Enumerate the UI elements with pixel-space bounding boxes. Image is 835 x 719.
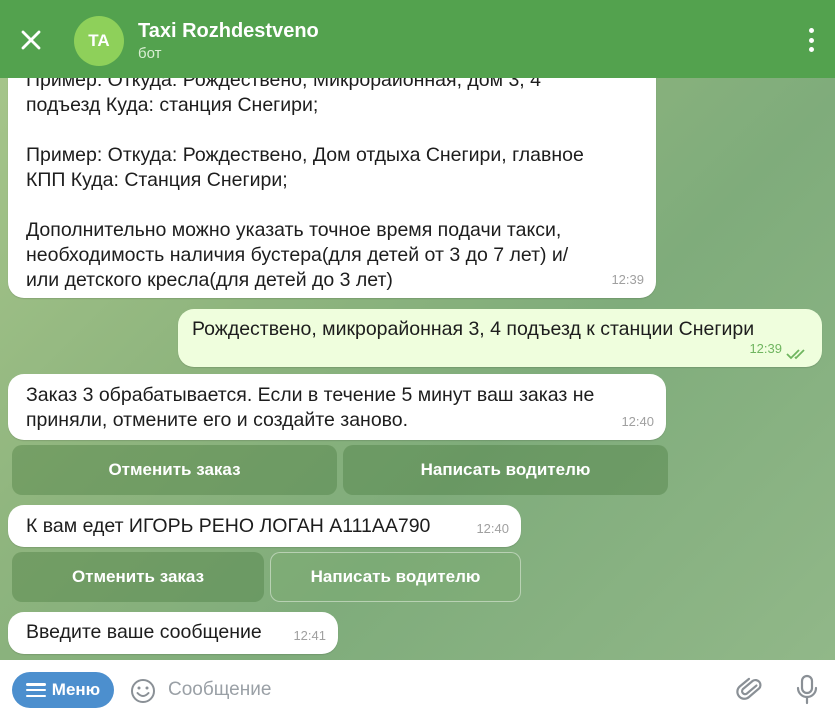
message-bubble-incoming: Введите ваше сообщение 12:41 — [8, 612, 338, 654]
chat-title[interactable]: Taxi Rozhdestveno — [138, 20, 319, 43]
message-time: 12:40 — [476, 521, 509, 536]
message-time: 12:41 — [293, 628, 326, 643]
message-time: 12:39 — [749, 341, 782, 356]
message-text: Рождествено, микрорайонная 3, 4 подъезд … — [192, 318, 755, 340]
message-line — [26, 118, 638, 143]
message-time: 12:40 — [621, 414, 654, 429]
double-check-icon — [786, 349, 805, 360]
menu-icon — [25, 683, 46, 697]
message-line: Заказ 3 обрабатывается. Если в течение 5… — [26, 384, 595, 406]
message-line: КПП Куда: Станция Снегири; — [26, 169, 288, 191]
menu-button-label: Меню — [51, 680, 101, 699]
cancel-order-button[interactable]: Отменить заказ — [12, 552, 264, 602]
message-text: Пример: Откуда: Рождествено, Микрорайонн… — [26, 68, 638, 293]
write-driver-button[interactable]: Написать водителю — [343, 445, 668, 495]
more-vert-icon[interactable] — [807, 28, 815, 52]
message-text: К вам едет ИГОРЬ РЕНО ЛОГАН А111АА790 — [26, 515, 431, 537]
chat-subtitle: бот — [138, 45, 162, 62]
avatar[interactable]: TA — [74, 16, 124, 66]
message-line — [26, 193, 638, 218]
message-line: Пример: Откуда: Рождествено, Дом отдыха … — [26, 144, 584, 166]
message-bubble-incoming: Заказ 3 обрабатывается. Если в течение 5… — [8, 374, 666, 440]
message-bubble-incoming: К вам едет ИГОРЬ РЕНО ЛОГАН А111АА790 12… — [8, 505, 521, 547]
message-bubble-outgoing: Рождествено, микрорайонная 3, 4 подъезд … — [178, 309, 822, 367]
message-input-bar: Меню — [0, 660, 835, 719]
message-line: подъезд Куда: станция Снегири; — [26, 94, 319, 116]
cancel-order-button[interactable]: Отменить заказ — [12, 445, 337, 495]
emoji-icon[interactable] — [130, 678, 156, 704]
attach-icon[interactable] — [736, 676, 764, 704]
message-line: необходимость наличия бустера(для детей … — [26, 244, 569, 266]
chat-header: TA Taxi Rozhdestveno бот — [0, 0, 835, 78]
message-bubble-incoming: Пример: Откуда: Рождествено, Микрорайонн… — [8, 56, 656, 298]
close-icon[interactable] — [18, 27, 44, 53]
message-input[interactable] — [168, 674, 668, 706]
write-driver-button[interactable]: Написать водителю — [270, 552, 521, 602]
mic-icon[interactable] — [796, 674, 818, 706]
message-line: или детского кресла(для детей до 3 лет) — [26, 269, 393, 291]
menu-button[interactable]: Меню — [12, 672, 114, 708]
message-line: приняли, отмените его и создайте заново. — [26, 409, 409, 431]
message-time: 12:39 — [611, 272, 644, 287]
message-text: Введите ваше сообщение — [26, 621, 262, 643]
message-line: Дополнительно можно указать точное время… — [26, 219, 562, 241]
chat-area: Пример: Откуда: Рождествено, Микрорайонн… — [0, 0, 835, 660]
